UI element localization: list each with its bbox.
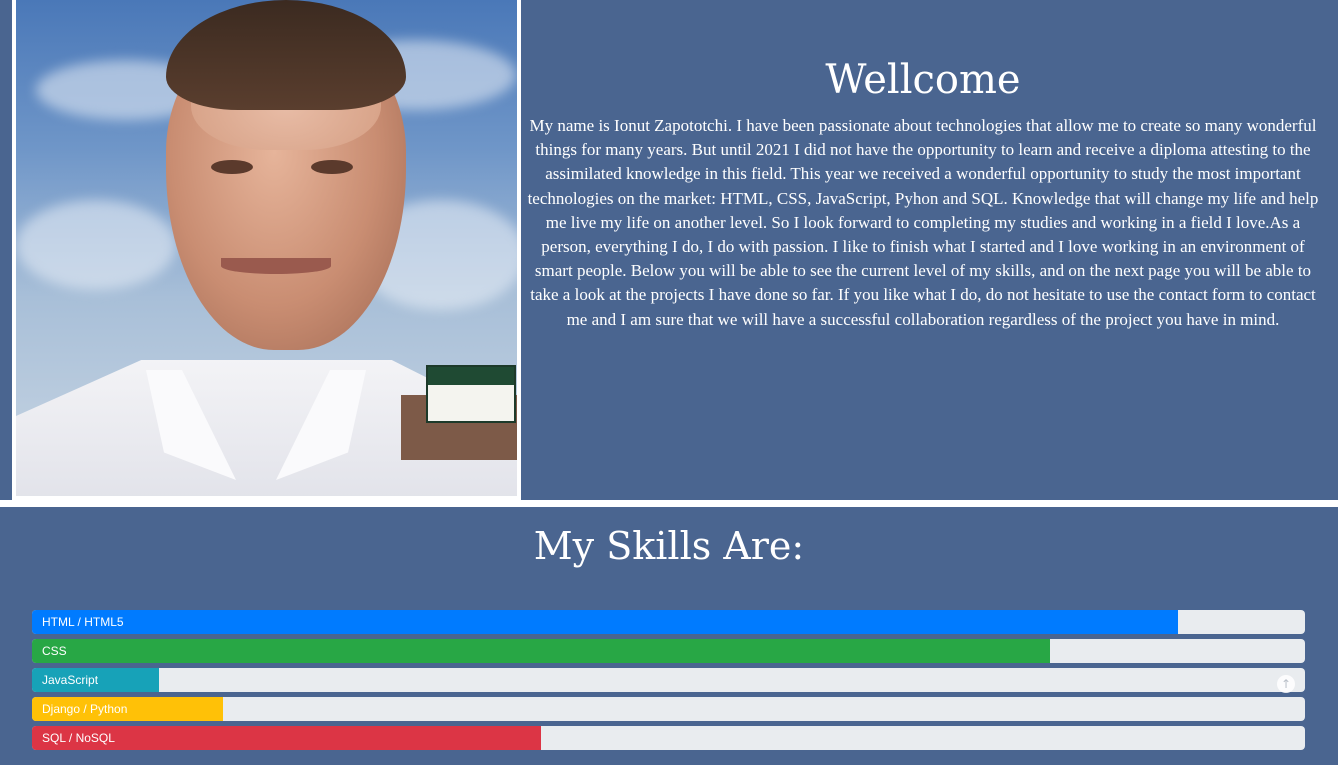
- skill-bar-sql: SQL / NoSQL: [32, 726, 1305, 750]
- skill-bar-css: CSS: [32, 639, 1305, 663]
- profile-photo-frame: [12, 0, 521, 500]
- skill-fill-sql: SQL / NoSQL: [32, 726, 542, 750]
- skill-fill-html: HTML / HTML5: [32, 610, 1178, 634]
- welcome-section: Wellcome My name is Ionut Zapototchi. I …: [0, 0, 1338, 500]
- welcome-paragraph: My name is Ionut Zapototchi. I have been…: [527, 116, 1319, 329]
- skill-fill-css: CSS: [32, 639, 1051, 663]
- welcome-text-block: Wellcome My name is Ionut Zapototchi. I …: [522, 50, 1324, 332]
- skill-label: CSS: [42, 644, 67, 658]
- skill-label: Django / Python: [42, 702, 128, 716]
- skill-bar-html: HTML / HTML5: [32, 610, 1305, 634]
- skill-label: SQL / NoSQL: [42, 731, 115, 745]
- to-let-sign: [426, 365, 516, 423]
- skills-title: My Skills Are:: [533, 524, 805, 568]
- scroll-to-top-button[interactable]: ↑: [1277, 675, 1295, 693]
- skill-fill-python: Django / Python: [32, 697, 223, 721]
- skill-fill-javascript: JavaScript: [32, 668, 160, 692]
- arrow-up-icon: ↑: [1280, 677, 1292, 691]
- skill-bar-python: Django / Python: [32, 697, 1305, 721]
- welcome-title: Wellcome: [825, 57, 1021, 103]
- skill-label: JavaScript: [42, 673, 99, 687]
- skill-bar-javascript: JavaScript: [32, 668, 1305, 692]
- profile-photo: [16, 0, 517, 496]
- skill-label: HTML / HTML5: [42, 615, 124, 629]
- section-divider: [0, 500, 1338, 507]
